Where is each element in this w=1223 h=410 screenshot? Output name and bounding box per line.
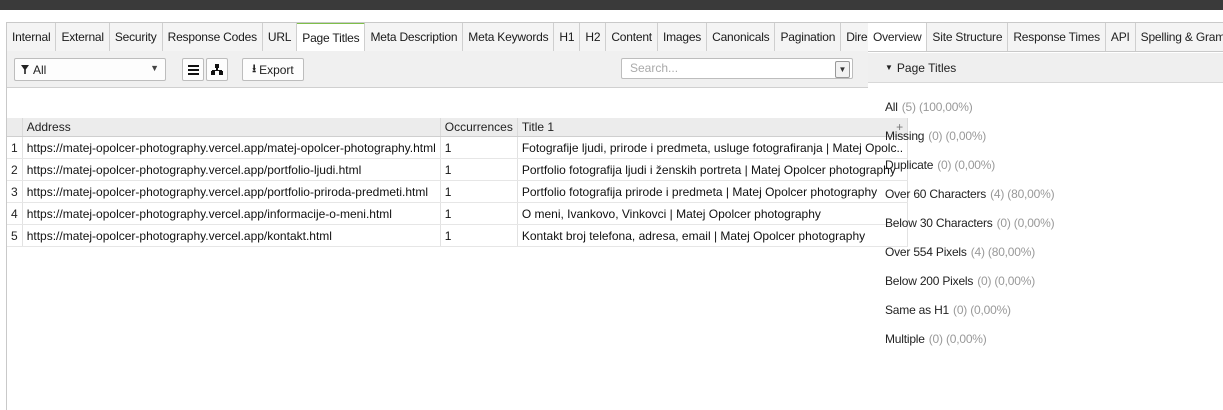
list-item[interactable]: Same as H1 (0) (0,00%) — [885, 295, 1205, 324]
table-row[interactable]: 5 https://matej-opolcer-photography.verc… — [7, 224, 909, 247]
right-pane: Overview Site Structure Response Times A… — [868, 22, 1223, 410]
row-number: 2 — [7, 158, 23, 181]
row-number-header — [7, 118, 23, 137]
tree-view-button[interactable] — [206, 58, 228, 81]
left-pane: Internal External Security Response Code… — [6, 22, 909, 410]
list-item[interactable]: Missing (0) (0,00%) — [885, 121, 1205, 150]
address-cell[interactable]: https://matej-opolcer-photography.vercel… — [22, 180, 441, 203]
address-cell[interactable]: https://matej-opolcer-photography.vercel… — [22, 202, 441, 225]
tab-external[interactable]: External — [56, 23, 110, 51]
tab-url[interactable]: URL — [262, 23, 298, 51]
title-cell[interactable]: Fotografije ljudi, prirode i predmeta, u… — [517, 136, 909, 159]
tab-canonicals[interactable]: Canonicals — [707, 23, 776, 51]
search-input[interactable]: Search... ▼ — [621, 58, 853, 79]
list-icon — [187, 64, 199, 75]
search-placeholder: Search... — [630, 61, 679, 75]
row-number: 3 — [7, 180, 23, 203]
row-number: 1 — [7, 136, 23, 159]
tree-icon — [211, 64, 223, 75]
tab-overview[interactable]: Overview — [868, 23, 928, 51]
list-item[interactable]: Multiple (0) (0,00%) — [885, 324, 1205, 353]
tab-h1[interactable]: H1 — [554, 23, 581, 51]
list-item[interactable]: Below 30 Characters (0) (0,00%) — [885, 208, 1205, 237]
search-dropdown-icon[interactable]: ▼ — [835, 61, 850, 78]
occurrences-cell[interactable]: 1 — [440, 158, 518, 181]
tab-meta-description[interactable]: Meta Description — [365, 23, 464, 51]
tab-pagination[interactable]: Pagination — [775, 23, 842, 51]
address-cell[interactable]: https://matej-opolcer-photography.vercel… — [22, 224, 441, 247]
tab-api[interactable]: API — [1106, 23, 1136, 51]
title-cell[interactable]: O meni, Ivankovo, Vinkovci | Matej Opolc… — [517, 202, 909, 225]
table-row[interactable]: 3 https://matej-opolcer-photography.verc… — [7, 180, 909, 203]
table-header-row: Address Occurrences Title 1 + — [7, 118, 909, 137]
export-label: Export — [259, 62, 294, 77]
window-top-bar — [0, 0, 1223, 10]
row-number: 5 — [7, 224, 23, 247]
tab-meta-keywords[interactable]: Meta Keywords — [463, 23, 555, 51]
results-table: Address Occurrences Title 1 + 1 https://m… — [7, 118, 909, 247]
column-header-title[interactable]: Title 1 + — [517, 118, 909, 137]
filter-value: All — [33, 62, 47, 77]
toolbar: All ▼ ⭳ Export Search... ▼ — [7, 51, 868, 88]
tab-directives[interactable]: Directiv — [841, 23, 868, 51]
title-cell[interactable]: Portfolio fotografija ljudi i ženskih po… — [517, 158, 909, 181]
address-cell[interactable]: https://matej-opolcer-photography.vercel… — [22, 136, 441, 159]
main-tab-bar: Internal External Security Response Code… — [7, 22, 868, 52]
section-title: Page Titles — [896, 60, 957, 75]
tab-internal[interactable]: Internal — [7, 23, 57, 51]
address-cell[interactable]: https://matej-opolcer-photography.vercel… — [22, 158, 441, 181]
table-row[interactable]: 1 https://matej-opolcer-photography.verc… — [7, 136, 909, 159]
column-header-occurrences[interactable]: Occurrences — [440, 118, 518, 137]
list-item[interactable]: Over 60 Characters (4) (80,00%) — [885, 179, 1205, 208]
filter-list: All (5) (100,00%) Missing (0) (0,00%) Dupl… — [885, 92, 1205, 353]
list-item[interactable]: Duplicate (0) (0,00%) — [885, 150, 1205, 179]
table-row[interactable]: 2 https://matej-opolcer-photography.verc… — [7, 158, 909, 181]
list-view-button[interactable] — [182, 58, 204, 81]
filter-select[interactable]: All ▼ — [14, 58, 166, 81]
list-item[interactable]: Below 200 Pixels (0) (0,00%) — [885, 266, 1205, 295]
table-row[interactable]: 4 https://matej-opolcer-photography.verc… — [7, 202, 909, 225]
tab-images[interactable]: Images — [657, 23, 708, 51]
tab-site-structure[interactable]: Site Structure — [927, 23, 1009, 51]
list-item[interactable]: All (5) (100,00%) — [885, 92, 1205, 121]
tab-h2[interactable]: H2 — [580, 23, 607, 51]
occurrences-cell[interactable]: 1 — [440, 202, 518, 225]
title-cell[interactable]: Portfolio fotografija prirode i predmeta… — [517, 180, 909, 203]
tab-security[interactable]: Security — [109, 23, 163, 51]
tab-page-titles[interactable]: Page Titles — [297, 23, 366, 51]
occurrences-cell[interactable]: 1 — [440, 180, 518, 203]
title-cell[interactable]: Kontakt broj telefona, adresa, email | M… — [517, 224, 909, 247]
filter-icon — [21, 65, 29, 74]
row-number: 4 — [7, 202, 23, 225]
expand-triangle-icon: ▼ — [885, 63, 893, 72]
tab-response-times[interactable]: Response Times — [1008, 23, 1106, 51]
tab-spelling-grammar[interactable]: Spelling & Gramma — [1136, 23, 1223, 51]
chevron-down-icon: ▼ — [150, 63, 159, 73]
tab-content[interactable]: Content — [606, 23, 658, 51]
export-icon: ⭳ — [252, 63, 257, 75]
page-titles-section-header[interactable]: ▼ Page Titles — [868, 53, 1223, 83]
export-button[interactable]: ⭳ Export — [242, 58, 304, 81]
list-item[interactable]: Over 554 Pixels (4) (80,00%) — [885, 237, 1205, 266]
tab-response-codes[interactable]: Response Codes — [162, 23, 263, 51]
occurrences-cell[interactable]: 1 — [440, 224, 518, 247]
column-header-address[interactable]: Address — [22, 118, 441, 137]
occurrences-cell[interactable]: 1 — [440, 136, 518, 159]
right-tab-bar: Overview Site Structure Response Times A… — [868, 22, 1223, 52]
